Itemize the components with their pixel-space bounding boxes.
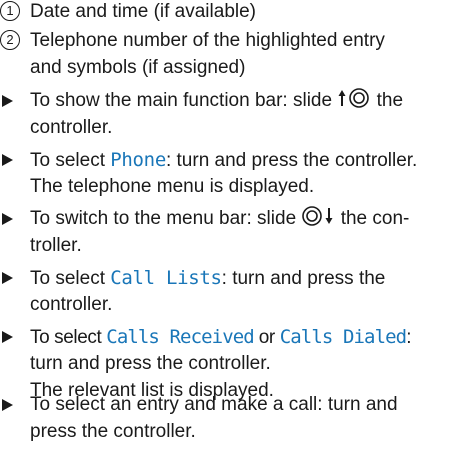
step-6-line-2: press the controller.: [30, 421, 196, 442]
bullet-triangle-icon: [2, 331, 13, 343]
step-3-line-1: To switch to the menu bar: slide the con…: [30, 205, 409, 236]
legend-text-2-line-2: and symbols (if assigned): [30, 57, 246, 78]
step-2-line-2: The telephone menu is displayed.: [30, 176, 315, 197]
menu-item-call-lists: Call Lists: [110, 267, 222, 289]
step-2-line-1: To select Phone: turn and press the cont…: [30, 146, 417, 175]
menu-item-phone: Phone: [110, 149, 166, 171]
step-4-line-2: controller.: [30, 294, 113, 315]
step-6-line-1: To select an entry and make a call: turn…: [30, 394, 398, 415]
step-3-line-2: troller.: [30, 235, 82, 256]
step-3-text-a: To switch to the menu bar: slide: [30, 208, 297, 229]
step-4-text-a: To select: [30, 268, 105, 289]
step-5-line-2: turn and press the controller.: [30, 353, 271, 374]
menu-item-calls-received: Calls Received: [106, 326, 254, 348]
callout-number-1: 1: [0, 1, 20, 21]
slide-up-controller-icon: [337, 87, 371, 118]
step-5-text-colon: :: [406, 327, 412, 348]
manual-page: 1 Date and time (if available) 2 Telepho…: [0, 0, 463, 451]
legend-text-2-line-1: Telephone number of the highlighted entr…: [30, 30, 385, 51]
callout-number-2: 2: [0, 30, 20, 50]
bullet-triangle-icon: [2, 399, 13, 411]
step-2-text-b: : turn and press the controller.: [165, 150, 418, 171]
step-5-line-1: To select Calls Received or Calls Dialed…: [30, 323, 411, 352]
step-1-text-a: To show the main function bar: slide: [30, 90, 333, 111]
step-1-text-b: the: [376, 90, 404, 111]
step-3-text-b: the con-: [340, 208, 410, 229]
step-2-text-a: To select: [30, 150, 105, 171]
step-1-line-2: controller.: [30, 117, 113, 138]
slide-down-controller-icon: [301, 205, 335, 236]
bullet-triangle-icon: [2, 154, 13, 166]
bullet-triangle-icon: [2, 272, 13, 284]
step-5-text-or: or: [258, 327, 276, 348]
step-4-text-b: : turn and press the: [221, 268, 386, 289]
bullet-triangle-icon: [2, 213, 13, 225]
legend-text-1: Date and time (if available): [30, 1, 256, 22]
step-5-text-a: To select: [30, 327, 102, 348]
menu-item-calls-dialed: Calls Dialed: [279, 326, 407, 348]
bullet-triangle-icon: [2, 95, 13, 107]
step-4-line-1: To select Call Lists: turn and press the: [30, 264, 385, 293]
